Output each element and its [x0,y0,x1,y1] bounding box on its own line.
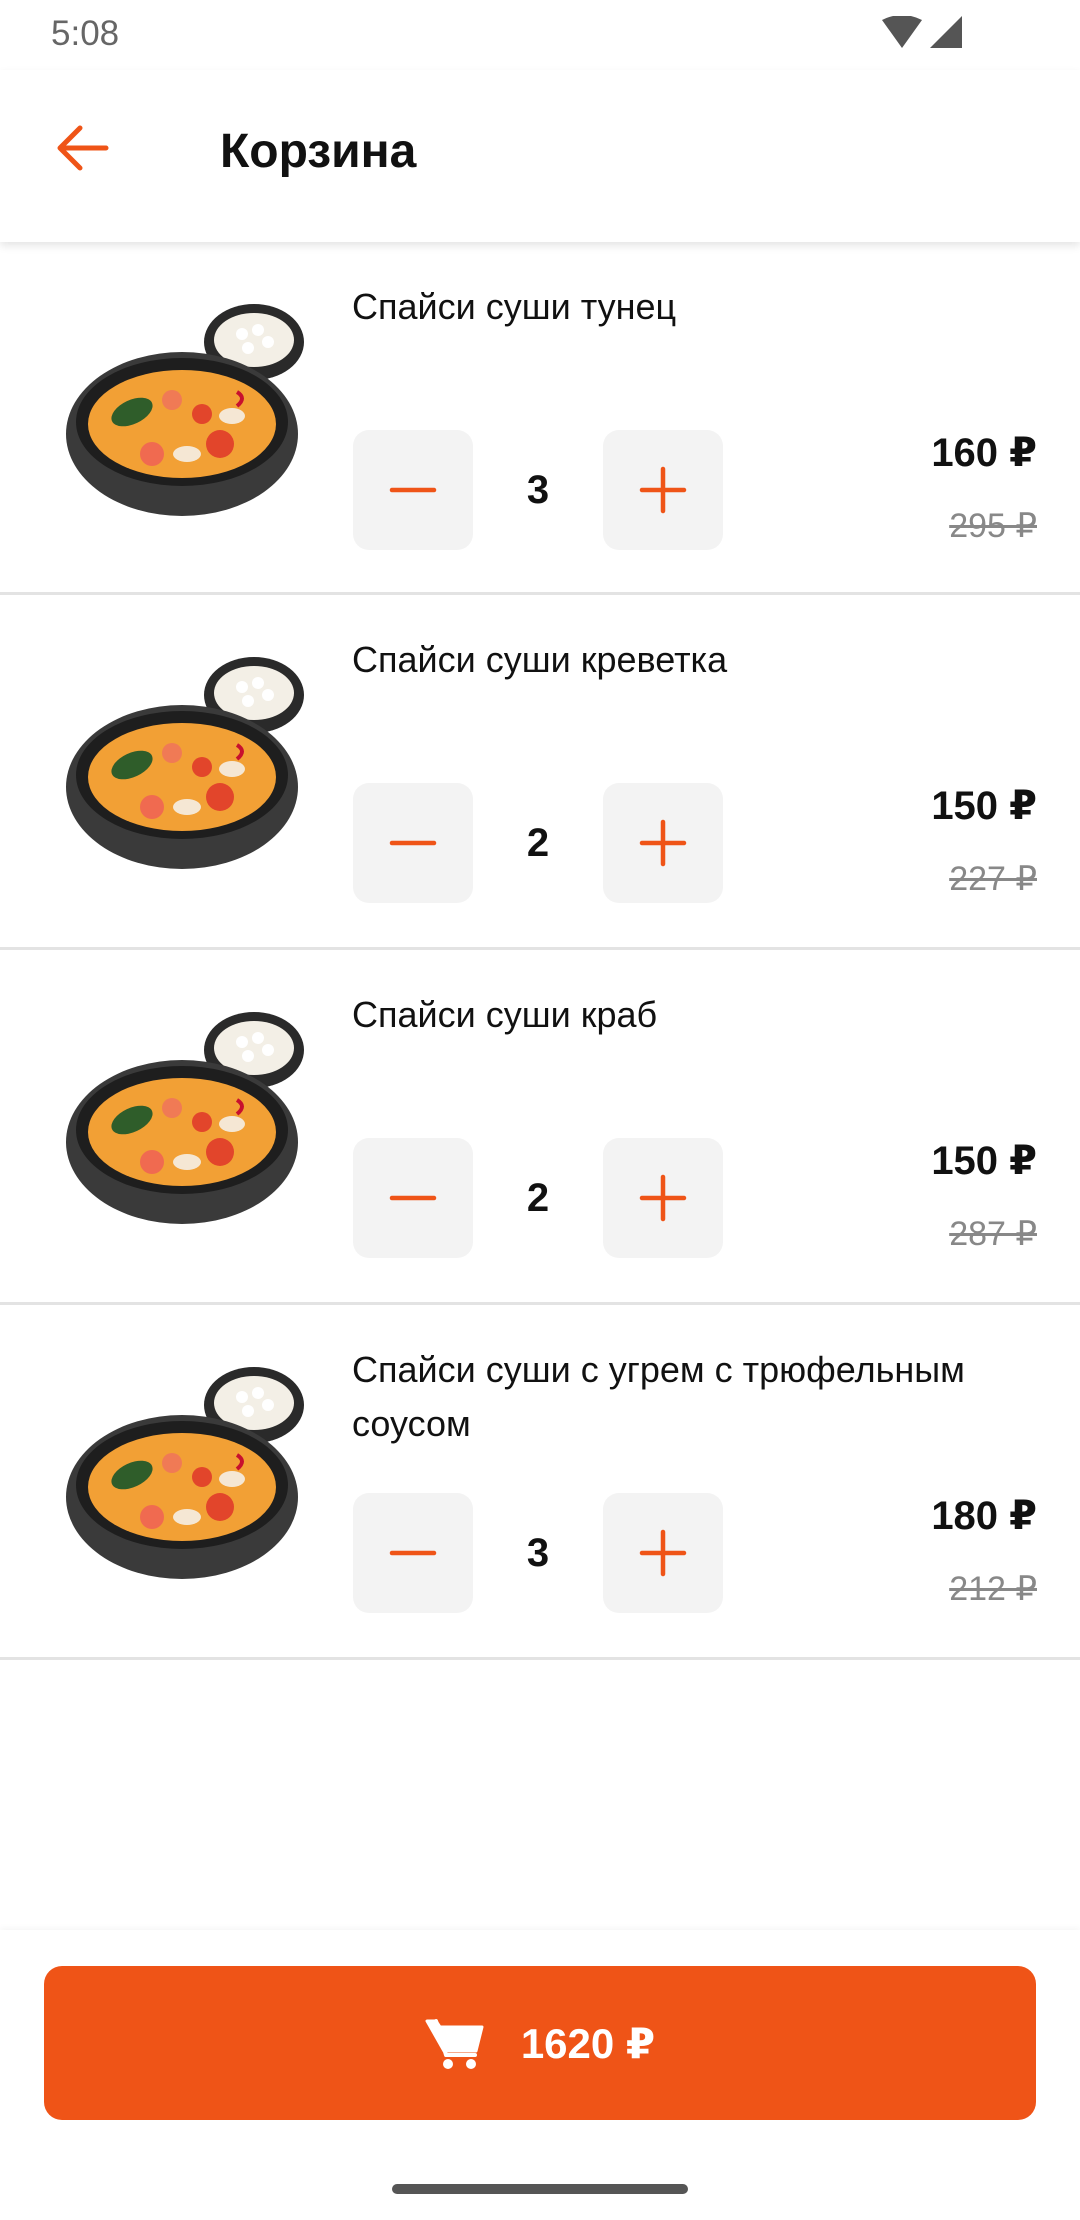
status-icons [882,16,962,52]
page-title: Корзина [220,125,417,178]
item-name: Спайси суши креветка [352,639,728,680]
quantity-value: 2 [526,1175,550,1220]
product-image [62,1012,312,1232]
arrow-left-icon [57,125,109,171]
status-bar: 5:08 [0,0,1080,70]
cart-item: Спайси суши креветка 2 150 ₽ 227 ₽ [0,595,1080,950]
quantity-value: 3 [526,467,550,512]
plus-icon [639,1174,687,1222]
plus-icon [639,819,687,867]
quantity-value: 2 [526,820,550,865]
product-image [62,1367,312,1587]
cart-list: Спайси суши тунец 3 160 ₽ 295 ₽ Спайси с… [0,242,1080,1660]
increase-quantity-button[interactable] [603,430,723,550]
minus-icon [389,1550,437,1556]
toolbar: Корзина [0,70,1080,242]
item-name: Спайси суши с угрем с трюфельным соусом [352,1349,965,1444]
bottom-bar: 1620 ₽ [0,1930,1080,2220]
checkout-button[interactable]: 1620 ₽ [44,1966,1036,2120]
item-price: 160 ₽ [931,431,1037,475]
item-price: 180 ₽ [931,1494,1037,1538]
increase-quantity-button[interactable] [603,1138,723,1258]
decrease-quantity-button[interactable] [353,1493,473,1613]
back-button[interactable] [48,118,128,178]
minus-icon [389,840,437,846]
plus-icon [639,1529,687,1577]
item-price: 150 ₽ [931,1139,1037,1183]
minus-icon [389,1195,437,1201]
item-old-price: 227 ₽ [949,860,1037,898]
decrease-quantity-button[interactable] [353,1138,473,1258]
home-indicator[interactable] [392,2184,688,2194]
item-name: Спайси суши тунец [352,286,677,327]
cart-screen: 5:08 Корзина Спайси суши тунец 3 160 ₽ 2… [0,0,1080,2220]
product-image [62,657,312,877]
cart-icon [425,2019,484,2069]
cellular-signal-icon [930,16,962,48]
increase-quantity-button[interactable] [603,783,723,903]
status-time: 5:08 [51,14,120,53]
quantity-value: 3 [526,1530,550,1575]
cart-item: Спайси суши с угрем с трюфельным соусом … [0,1305,1080,1660]
cart-item: Спайси суши тунец 3 160 ₽ 295 ₽ [0,242,1080,595]
item-price: 150 ₽ [931,784,1037,828]
minus-icon [389,487,437,493]
decrease-quantity-button[interactable] [353,783,473,903]
cart-item: Спайси суши краб 2 150 ₽ 287 ₽ [0,950,1080,1305]
item-old-price: 287 ₽ [949,1215,1037,1253]
item-name: Спайси суши краб [352,994,658,1035]
item-old-price: 212 ₽ [949,1570,1037,1608]
item-old-price: 295 ₽ [949,507,1037,545]
decrease-quantity-button[interactable] [353,430,473,550]
wifi-icon [882,16,922,48]
increase-quantity-button[interactable] [603,1493,723,1613]
checkout-total: 1620 ₽ [520,2019,656,2067]
product-image [62,304,312,524]
plus-icon [639,466,687,514]
